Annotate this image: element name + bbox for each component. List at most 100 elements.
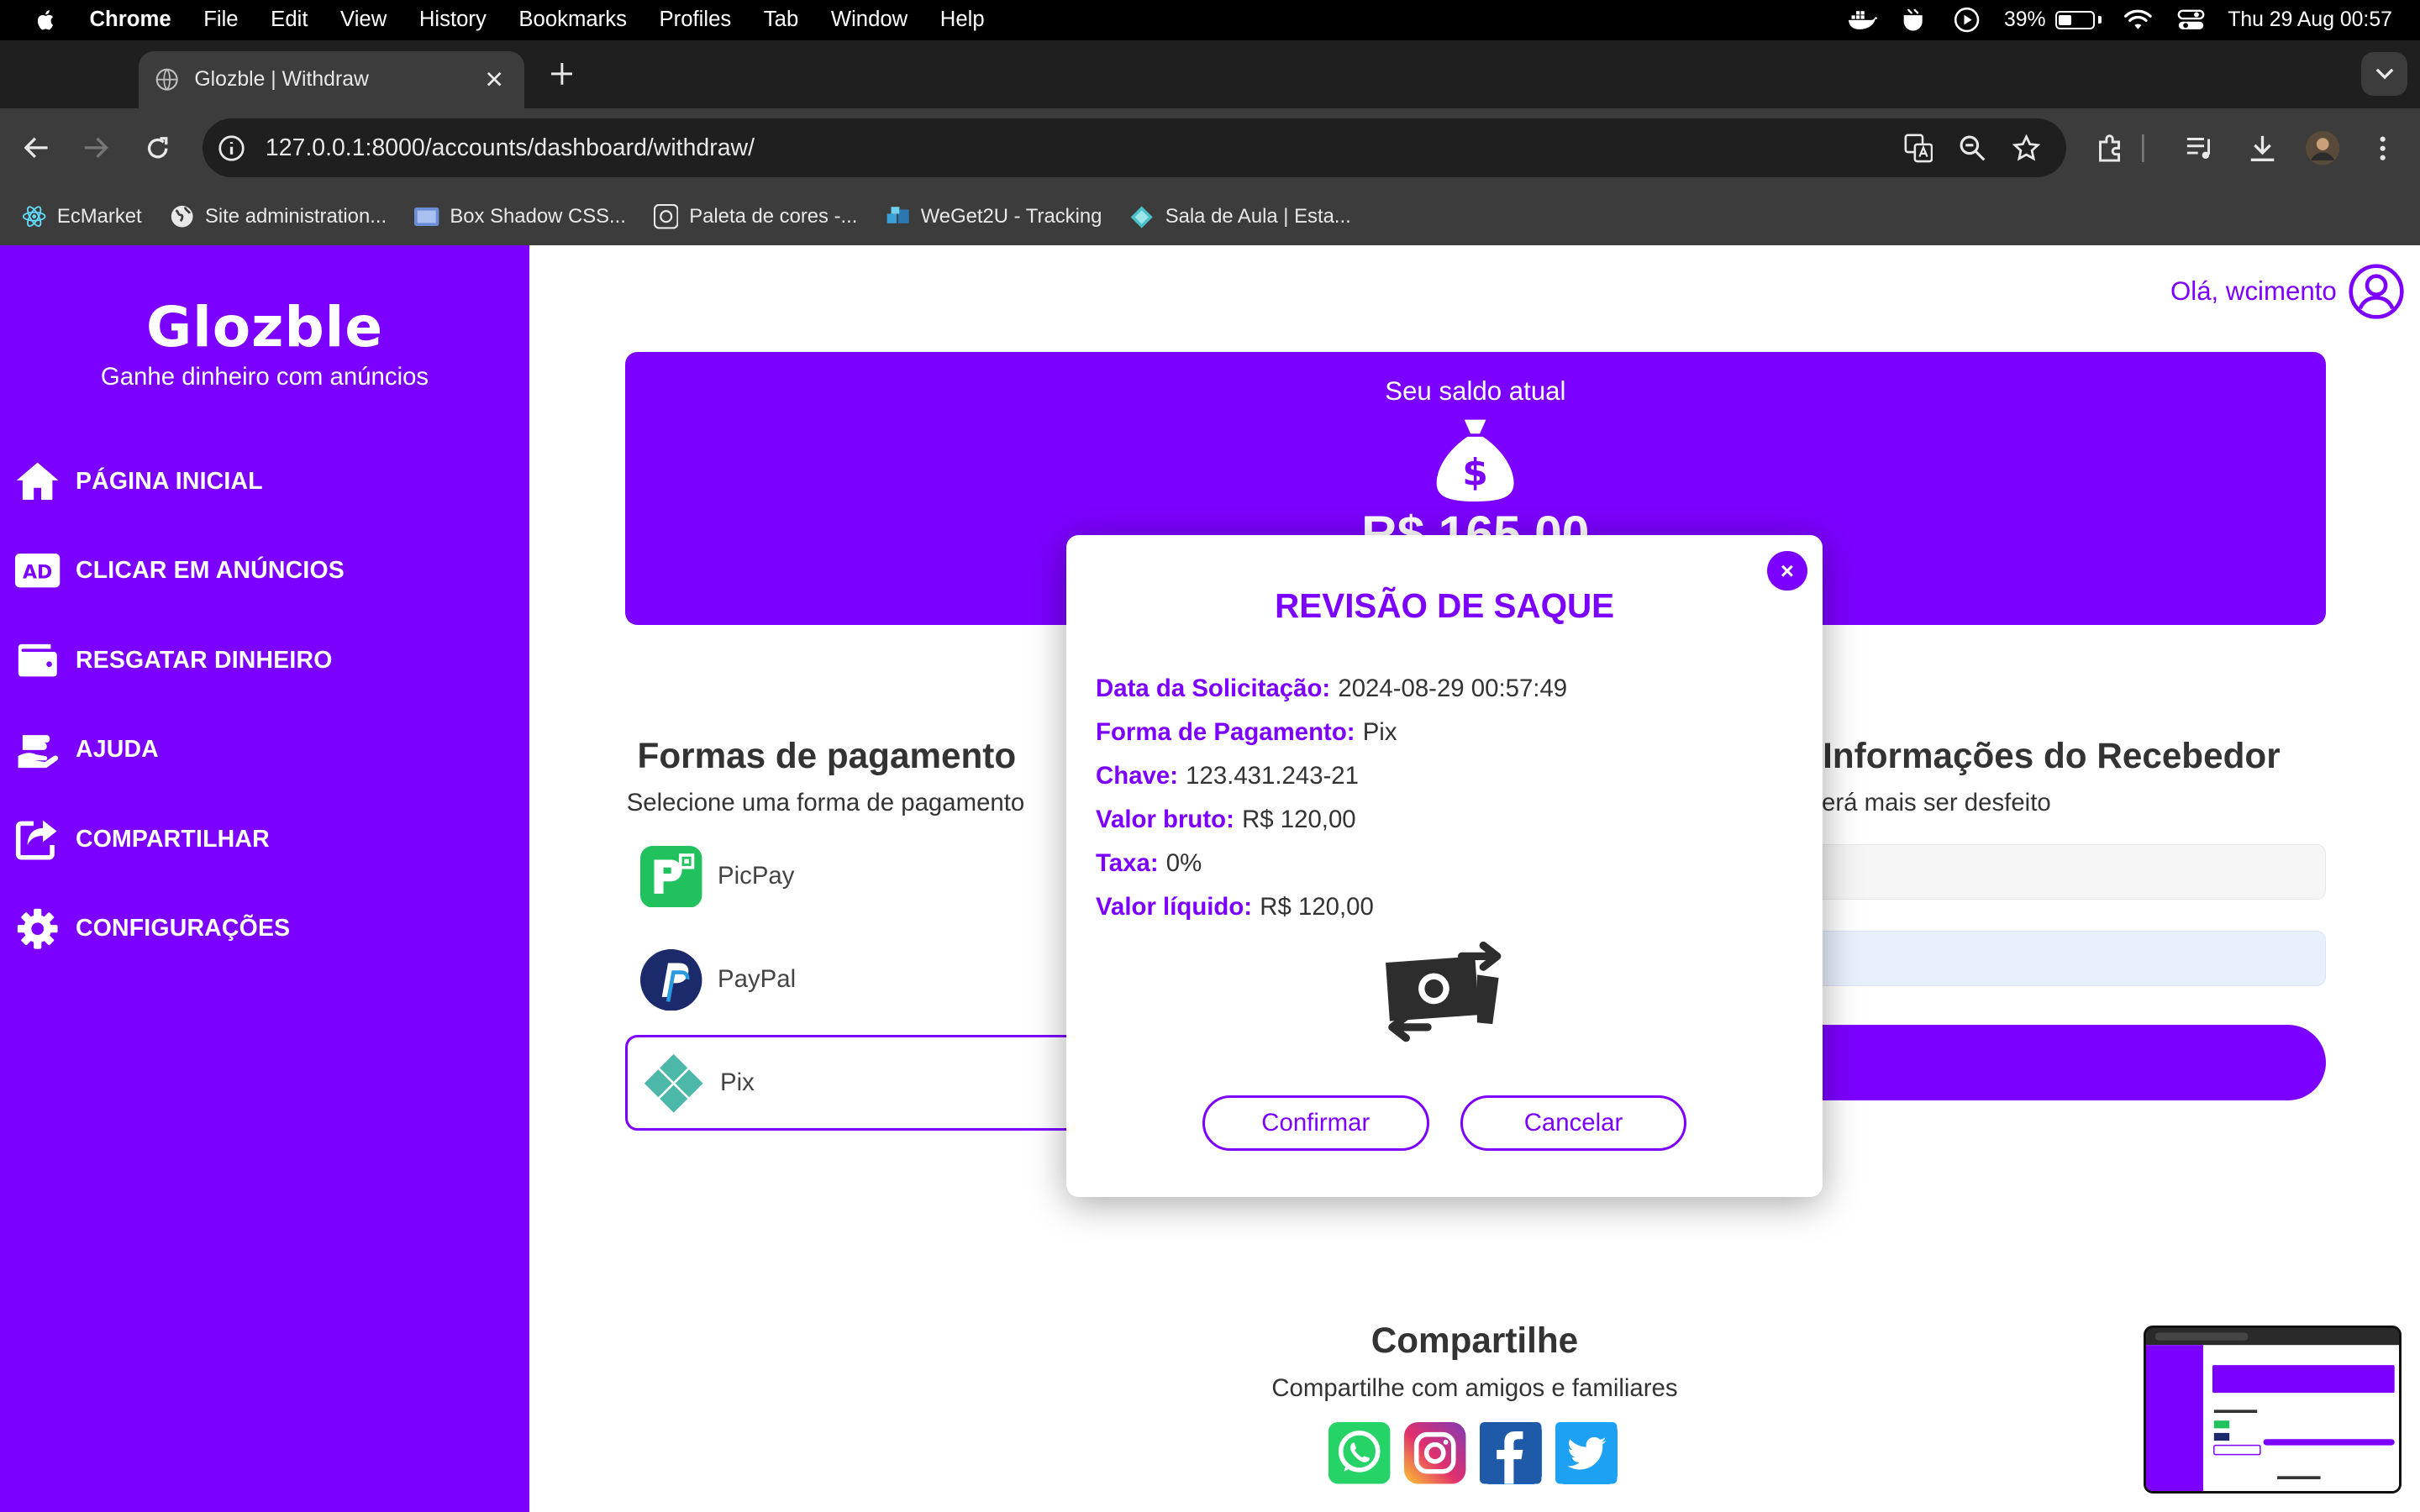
bookmark-label: Paleta de cores -...	[689, 205, 858, 228]
thumbnail-image	[2146, 1327, 2399, 1491]
downloads-icon[interactable]	[2244, 129, 2281, 166]
detail-value: 0%	[1165, 849, 1202, 878]
sidebar-item-label: PÁGINA INICIAL	[75, 467, 263, 495]
bookmark-box-shadow[interactable]: Box Shadow CSS...	[414, 204, 626, 228]
sidebar-item-help[interactable]: AJUDA	[15, 722, 524, 778]
payment-method-label: PayPal	[718, 965, 797, 994]
cancel-button[interactable]: Cancelar	[1460, 1095, 1687, 1152]
paypal-icon	[640, 948, 702, 1011]
payment-method-label: Pix	[720, 1068, 755, 1097]
play-circle-icon[interactable]	[1952, 8, 1983, 33]
detail-key: Valor bruto:	[1096, 805, 1234, 833]
browser-toolbar: 127.0.0.1:8000/accounts/dashboard/withdr…	[0, 108, 2420, 189]
menu-view[interactable]: View	[340, 8, 387, 32]
sidebar-item-withdraw[interactable]: RESGATAR DINHEIRO	[15, 633, 524, 688]
back-button[interactable]	[18, 129, 55, 166]
menu-bookmarks[interactable]: Bookmarks	[518, 8, 627, 32]
user-greeting[interactable]: Olá, wcimento	[2170, 276, 2337, 307]
pix-icon	[644, 1053, 703, 1113]
battery-percent: 39%	[2003, 8, 2046, 31]
reload-button[interactable]	[139, 129, 176, 166]
battery-indicator[interactable]: 39%	[2004, 8, 2102, 32]
web-page: Glozble Ganhe dinheiro com anúncios PÁGI…	[0, 245, 2420, 1512]
url-text[interactable]: 127.0.0.1:8000/accounts/dashboard/withdr…	[266, 134, 755, 162]
media-control-icon[interactable]	[2182, 129, 2219, 166]
modal-details: Data da Solicitação: 2024-08-29 00:57:49 …	[1096, 666, 1567, 929]
twitter-icon[interactable]	[1555, 1422, 1618, 1484]
payment-method-picpay[interactable]: PicPay	[625, 828, 1088, 924]
receiver-key-field[interactable]	[1790, 930, 2326, 986]
extensions-icon[interactable]	[2093, 129, 2130, 166]
modal-close-button[interactable]: ×	[1767, 550, 1807, 591]
payment-methods-title: Formas de pagamento	[637, 736, 1017, 776]
control-center-icon[interactable]	[2175, 8, 2207, 32]
wifi-icon[interactable]	[2123, 8, 2154, 32]
browser-tab-active[interactable]: Glozble | Withdraw	[139, 50, 525, 108]
menu-profiles[interactable]: Profiles	[660, 8, 732, 32]
sidebar-item-label: CONFIGURAÇÕES	[75, 915, 291, 942]
bookmark-paleta-de-cores[interactable]: Paleta de cores -...	[653, 204, 858, 229]
menu-app-name[interactable]: Chrome	[90, 8, 171, 32]
bookmark-ecmarket[interactable]: EcMarket	[22, 204, 142, 228]
sidebar-item-label: CLICAR EM ANÚNCIOS	[75, 557, 345, 585]
detail-key: Chave:	[1096, 761, 1178, 790]
new-tab-button[interactable]	[544, 57, 578, 91]
hand-help-icon	[15, 728, 60, 771]
payment-method-label: PicPay	[718, 862, 795, 890]
detail-row-date: Data da Solicitação: 2024-08-29 00:57:49	[1096, 666, 1567, 710]
instagram-icon[interactable]	[1404, 1422, 1466, 1484]
svg-text:$: $	[1463, 451, 1489, 494]
coffee-cup-icon[interactable]	[1899, 8, 1930, 32]
share-icon	[15, 817, 60, 860]
translate-icon[interactable]	[1903, 133, 1934, 164]
bookmark-label: Box Shadow CSS...	[450, 205, 626, 228]
balance-label: Seu saldo atual	[1385, 376, 1566, 407]
sidebar-item-settings[interactable]: CONFIGURAÇÕES	[15, 901, 524, 957]
menu-history[interactable]: History	[419, 8, 487, 32]
forward-button[interactable]	[77, 129, 114, 166]
sidebar-item-ads[interactable]: AD CLICAR EM ANÚNCIOS	[15, 543, 524, 599]
tab-close-icon[interactable]	[481, 67, 506, 92]
payment-method-paypal[interactable]: PayPal	[625, 932, 1088, 1027]
user-avatar-icon[interactable]	[2349, 264, 2405, 319]
react-icon	[22, 204, 46, 228]
battery-icon	[2054, 10, 2096, 29]
detail-row-gross: Valor bruto: R$ 120,00	[1096, 798, 1567, 842]
menubar-clock[interactable]: Thu 29 Aug 00:57	[2228, 8, 2392, 32]
menu-file[interactable]: File	[203, 8, 238, 32]
zoom-icon[interactable]	[1957, 133, 1988, 164]
profile-avatar[interactable]	[2304, 129, 2341, 166]
address-bar[interactable]: 127.0.0.1:8000/accounts/dashboard/withdr…	[202, 118, 2067, 178]
facebook-icon[interactable]	[1480, 1422, 1542, 1484]
apple-icon[interactable]	[34, 8, 58, 32]
payment-method-pix[interactable]: Pix	[624, 1035, 1088, 1131]
docker-icon[interactable]	[1847, 8, 1878, 32]
sidebar-item-home[interactable]: PÁGINA INICIAL	[15, 454, 524, 509]
withdraw-submit-button[interactable]	[1775, 1024, 2326, 1100]
sidebar-item-label: RESGATAR DINHEIRO	[75, 646, 333, 674]
social-links	[1328, 1422, 1618, 1484]
bookmark-sala-de-aula[interactable]: Sala de Aula | Esta...	[1129, 204, 1351, 228]
confirm-button[interactable]: Confirmar	[1202, 1095, 1429, 1152]
box-icon	[414, 204, 439, 228]
chrome-menu-icon[interactable]	[2365, 129, 2402, 166]
menu-edit[interactable]: Edit	[271, 8, 308, 32]
bookmark-label: WeGet2U - Tracking	[920, 205, 1102, 228]
tab-search-button[interactable]	[2361, 52, 2408, 96]
menu-tab[interactable]: Tab	[764, 8, 798, 32]
money-transfer-icon	[1385, 942, 1502, 1042]
sidebar-item-share[interactable]: COMPARTILHAR	[15, 811, 524, 867]
menu-help[interactable]: Help	[940, 8, 985, 32]
bookmark-site-administration[interactable]: Site administration...	[170, 204, 387, 228]
brand-logo[interactable]: Glozble	[0, 295, 529, 360]
bookmark-weget2u[interactable]: WeGet2U - Tracking	[886, 204, 1102, 228]
sidebar-item-label: AJUDA	[75, 736, 159, 764]
whatsapp-icon[interactable]	[1328, 1422, 1391, 1484]
site-info-icon[interactable]	[218, 134, 245, 162]
receiver-name-field[interactable]	[1790, 843, 2326, 900]
screenshot-thumbnail-preview[interactable]	[2144, 1325, 2402, 1494]
receiver-subtitle: Atenção: este processo não poderá mais s…	[1823, 788, 2051, 816]
svg-text:AD: AD	[23, 563, 52, 584]
menu-window[interactable]: Window	[831, 8, 908, 32]
bookmark-star-icon[interactable]	[2011, 133, 2042, 164]
